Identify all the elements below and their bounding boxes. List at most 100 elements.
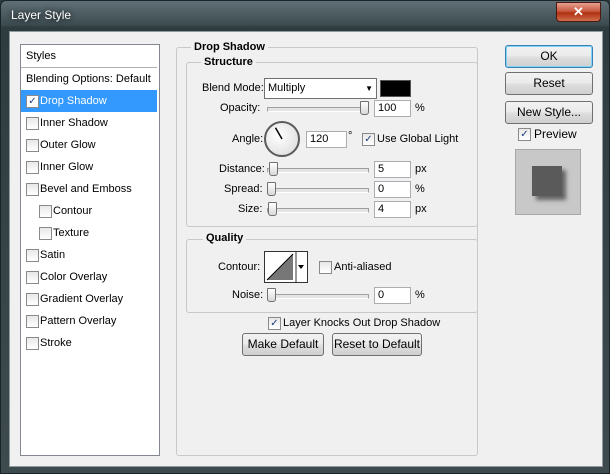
style-checkbox[interactable] xyxy=(26,315,39,328)
knocks-out-label: Layer Knocks Out Drop Shadow xyxy=(283,317,441,329)
shadow-color-swatch[interactable] xyxy=(380,80,411,97)
angle-dial-needle xyxy=(274,127,283,140)
size-label: Size: xyxy=(238,203,263,215)
style-checkbox[interactable] xyxy=(26,139,39,152)
style-item-stroke[interactable]: Stroke xyxy=(21,332,157,354)
noise-input[interactable]: 0 xyxy=(374,287,411,304)
ok-button[interactable]: OK xyxy=(505,45,593,68)
style-item-inner-glow[interactable]: Inner Glow xyxy=(21,156,157,178)
close-button[interactable]: ✕ xyxy=(556,2,601,22)
style-checkbox[interactable] xyxy=(26,293,39,306)
style-preview xyxy=(515,149,581,215)
style-item-blending-options-default[interactable]: Blending Options: Default xyxy=(21,68,157,90)
distance-input[interactable]: 5 xyxy=(374,161,411,178)
size-slider-thumb[interactable] xyxy=(268,202,278,216)
structure-title: Structure xyxy=(201,56,256,68)
style-item-label: Contour xyxy=(53,205,93,217)
opacity-label: Opacity: xyxy=(220,102,261,114)
quality-group xyxy=(186,239,478,313)
angle-dial[interactable] xyxy=(264,121,300,157)
style-item-drop-shadow[interactable]: ✓ Drop Shadow xyxy=(21,90,157,112)
style-item-label: Inner Glow xyxy=(40,161,94,173)
style-item-label: Color Overlay xyxy=(40,271,108,283)
style-item-pattern-overlay[interactable]: Pattern Overlay xyxy=(21,310,157,332)
check-icon: ✓ xyxy=(28,96,37,107)
style-item-color-overlay[interactable]: Color Overlay xyxy=(21,266,157,288)
size-input[interactable]: 4 xyxy=(374,201,411,218)
reset-to-default-button[interactable]: Reset to Default xyxy=(332,333,422,356)
use-global-light-checkbox[interactable]: ✓ xyxy=(362,133,375,146)
style-checkbox[interactable] xyxy=(26,183,39,196)
make-default-button[interactable]: Make Default xyxy=(242,333,324,356)
preview-swatch xyxy=(532,166,562,196)
check-icon: ✓ xyxy=(364,134,373,145)
distance-slider-thumb[interactable] xyxy=(268,162,278,176)
style-item-bevel-and-emboss[interactable]: Bevel and Emboss xyxy=(21,178,157,200)
opacity-input[interactable]: 100 xyxy=(374,100,411,117)
style-item-label: Blending Options: Default xyxy=(26,73,151,85)
style-checkbox[interactable] xyxy=(26,337,39,350)
opacity-slider-thumb[interactable] xyxy=(360,101,369,115)
title-bar[interactable]: Layer Style ✕ xyxy=(1,1,609,29)
style-item-gradient-overlay[interactable]: Gradient Overlay xyxy=(21,288,157,310)
style-checkbox[interactable] xyxy=(26,117,39,130)
style-item-texture[interactable]: Texture xyxy=(21,222,157,244)
style-checkbox[interactable] xyxy=(26,271,39,284)
angle-label: Angle: xyxy=(232,133,264,145)
style-item-label: Satin xyxy=(40,249,66,261)
style-item-satin[interactable]: Satin xyxy=(21,244,157,266)
anti-aliased-label: Anti-aliased xyxy=(334,261,392,273)
layer-style-window: Layer Style ✕ Styles Blending Options: D… xyxy=(0,0,610,474)
preview-checkbox[interactable]: ✓ xyxy=(518,128,531,141)
noise-slider-thumb[interactable] xyxy=(267,288,276,302)
blend-mode-select[interactable]: Multiply ▼ xyxy=(264,78,377,99)
style-item-label: Outer Glow xyxy=(40,139,96,151)
style-item-outer-glow[interactable]: Outer Glow xyxy=(21,134,157,156)
contour-curve-icon xyxy=(266,252,304,282)
styles-list: Styles Blending Options: Default ✓ Drop Sh… xyxy=(20,44,160,456)
style-item-label: Bevel and Emboss xyxy=(40,183,132,195)
opacity-slider-track[interactable] xyxy=(267,107,369,112)
reset-button[interactable]: Reset xyxy=(505,72,593,95)
knocks-out-checkbox[interactable]: ✓ xyxy=(268,317,281,330)
style-item-label: Texture xyxy=(53,227,90,239)
size-slider-track[interactable] xyxy=(267,208,369,213)
anti-aliased-checkbox[interactable] xyxy=(319,261,332,274)
quality-title: Quality xyxy=(203,232,247,244)
style-item-label: Inner Shadow xyxy=(40,117,108,129)
distance-label: Distance: xyxy=(219,163,265,175)
spread-label: Spread: xyxy=(224,183,263,195)
style-item-label: Gradient Overlay xyxy=(40,293,124,305)
opacity-unit: % xyxy=(415,102,425,114)
styles-list-header[interactable]: Styles xyxy=(21,45,157,68)
style-item-contour[interactable]: Contour xyxy=(21,200,157,222)
spread-input[interactable]: 0 xyxy=(374,181,411,198)
check-icon: ✓ xyxy=(270,318,279,329)
styles-header-label: Styles xyxy=(26,50,56,62)
check-icon: ✓ xyxy=(520,129,529,140)
style-item-label: Drop Shadow xyxy=(40,95,107,107)
style-checkbox[interactable] xyxy=(39,205,52,218)
style-item-inner-shadow[interactable]: Inner Shadow xyxy=(21,112,157,134)
contour-picker[interactable] xyxy=(264,251,308,283)
distance-unit: px xyxy=(415,163,427,175)
preview-label: Preview xyxy=(534,127,577,141)
spread-slider-track[interactable] xyxy=(267,188,369,193)
noise-slider-track[interactable] xyxy=(267,294,369,299)
distance-slider-track[interactable] xyxy=(267,168,369,173)
use-global-light-label: Use Global Light xyxy=(377,133,459,145)
style-checkbox[interactable] xyxy=(39,227,52,240)
style-item-label: Pattern Overlay xyxy=(40,315,117,327)
style-checkbox[interactable] xyxy=(26,249,39,262)
spread-slider-thumb[interactable] xyxy=(267,182,276,196)
angle-unit: ° xyxy=(348,130,353,142)
dialog-client-area: Styles Blending Options: Default ✓ Drop Sh… xyxy=(9,31,603,467)
new-style-button[interactable]: New Style... xyxy=(505,101,593,124)
blend-mode-label: Blend Mode: xyxy=(202,82,264,94)
style-checkbox[interactable]: ✓ xyxy=(26,95,39,108)
drop-shadow-title: Drop Shadow xyxy=(191,41,268,53)
blend-mode-value: Multiply xyxy=(268,82,306,94)
noise-label: Noise: xyxy=(232,289,264,301)
angle-input[interactable]: 120 xyxy=(306,131,347,148)
style-checkbox[interactable] xyxy=(26,161,39,174)
